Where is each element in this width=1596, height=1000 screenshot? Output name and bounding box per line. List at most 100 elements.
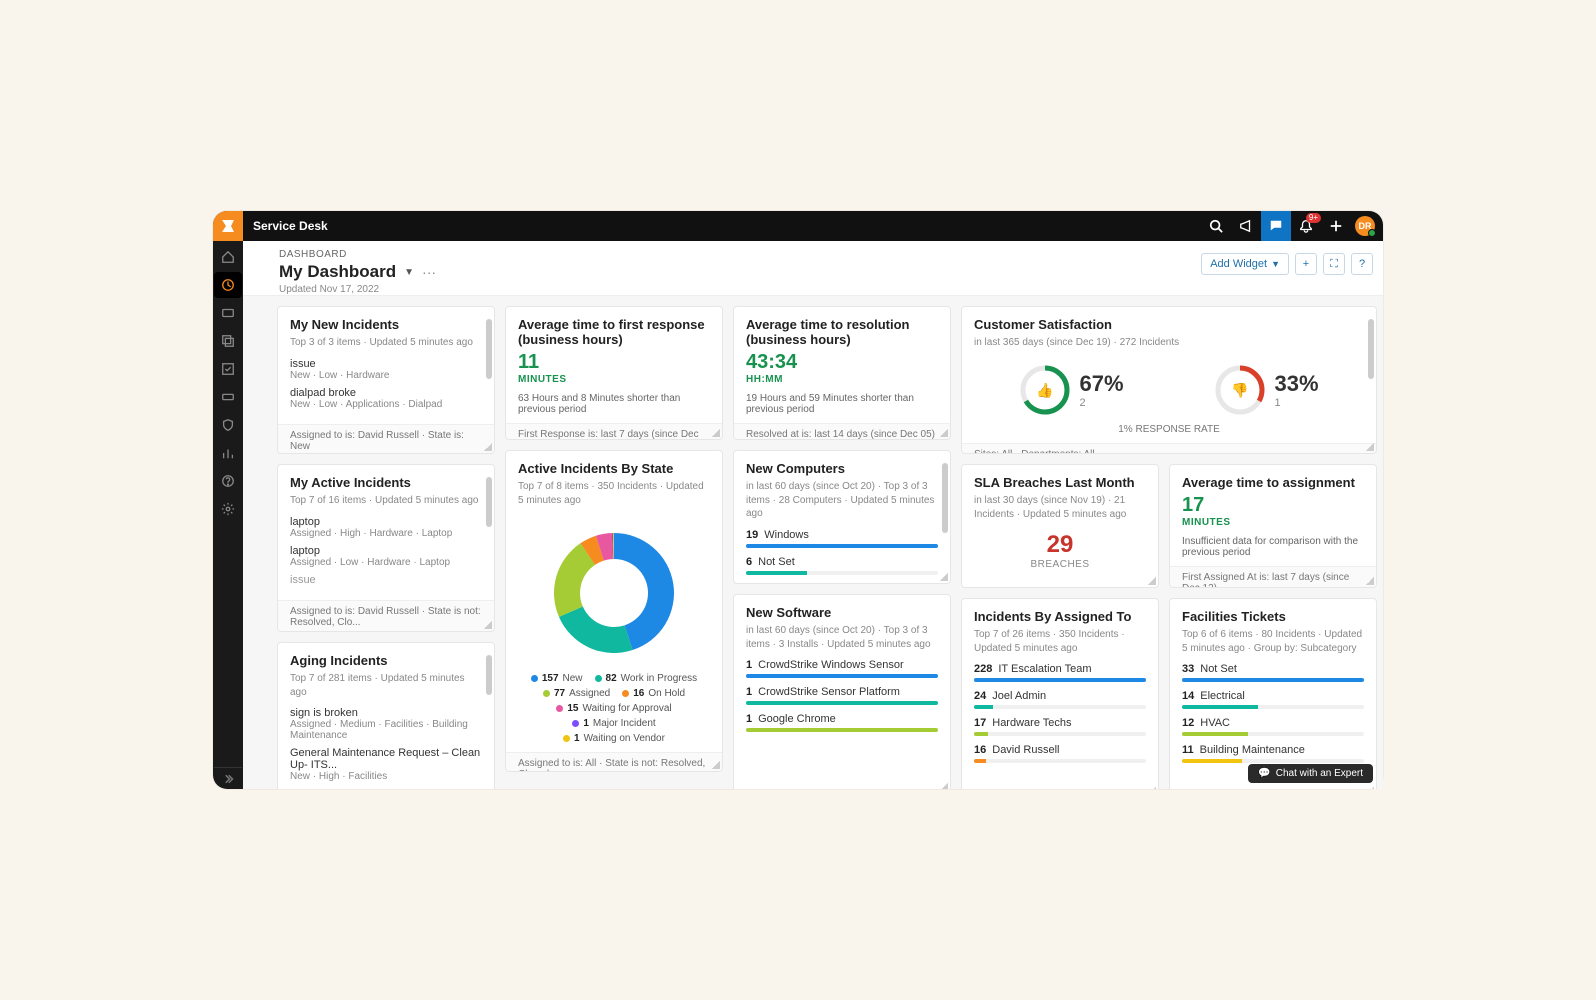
nav-security[interactable] — [214, 412, 242, 438]
avatar[interactable]: DR — [1355, 216, 1375, 236]
bar-row[interactable]: 24Joel Admin — [974, 690, 1146, 709]
svg-text:👍: 👍 — [1037, 382, 1054, 399]
add-button[interactable]: + — [1295, 253, 1317, 275]
card-sla: SLA Breaches Last Month in last 30 days … — [961, 464, 1159, 588]
notif-badge: 9+ — [1306, 213, 1321, 223]
page-title: My Dashboard — [279, 262, 396, 282]
bar-row[interactable]: 1CrowdStrike Sensor Platform — [746, 686, 938, 705]
chat-pill[interactable]: 💬 Chat with an Expert — [1248, 764, 1373, 783]
thumbs-up-gauge: 👍 — [1019, 364, 1071, 416]
nav-settings[interactable] — [214, 496, 242, 522]
chat-icon[interactable] — [1261, 211, 1291, 241]
legend-item[interactable]: 157 New — [531, 673, 583, 684]
resize-handle[interactable] — [712, 761, 720, 769]
list-item[interactable]: laptopAssigned · High · Hardware · Lapto… — [290, 516, 482, 539]
help-button[interactable]: ? — [1351, 253, 1373, 275]
resize-handle[interactable] — [940, 429, 948, 437]
svg-text:👎: 👎 — [1232, 382, 1249, 399]
bar-row[interactable]: 19Windows — [746, 529, 938, 548]
resize-handle[interactable] — [484, 621, 492, 629]
nav-reports[interactable] — [214, 440, 242, 466]
thumbs-down-gauge: 👎 — [1214, 364, 1266, 416]
dashboard-more[interactable]: ··· — [422, 268, 436, 276]
csat-gauges: 👍 67%2 👎 33%1 — [974, 364, 1364, 416]
resize-handle[interactable] — [1148, 787, 1156, 789]
search-icon[interactable] — [1201, 211, 1231, 241]
nav-tasks[interactable] — [214, 356, 242, 382]
resize-handle[interactable] — [1366, 787, 1374, 789]
fullscreen-button[interactable]: ⛶ — [1323, 253, 1345, 275]
scrollbar[interactable] — [1368, 319, 1374, 379]
card-avg-first-response: Average time to first response (business… — [505, 306, 723, 440]
legend-item[interactable]: 1 Waiting on Vendor — [563, 733, 665, 744]
metric-value: 11 — [518, 351, 710, 374]
card-new-computers: New Computers in last 60 days (since Oct… — [733, 450, 951, 584]
scrollbar[interactable] — [942, 463, 948, 533]
list-item[interactable]: General Maintenance Request – Clean Up- … — [290, 747, 482, 782]
list-item[interactable]: laptopAssigned · Low · Hardware · Laptop — [290, 545, 482, 568]
resize-handle[interactable] — [1366, 443, 1374, 451]
add-widget-button[interactable]: Add Widget▼ — [1201, 253, 1289, 275]
plus-icon[interactable] — [1321, 211, 1351, 241]
brand-logo[interactable] — [213, 211, 243, 241]
bar-row[interactable]: 16David Russell — [974, 744, 1146, 763]
nav-assets[interactable] — [214, 384, 242, 410]
list-item[interactable]: issue — [290, 574, 482, 586]
scrollbar[interactable] — [486, 477, 492, 527]
bar-row[interactable]: 6Not Set — [746, 556, 938, 575]
legend-item[interactable]: 16 On Hold — [622, 688, 685, 699]
donut-chart — [518, 521, 710, 665]
bar-row[interactable]: 1CrowdStrike Windows Sensor — [746, 659, 938, 678]
card-avg-resolution: Average time to resolution (business hou… — [733, 306, 951, 440]
nav-dashboard[interactable] — [214, 272, 242, 298]
bar-row[interactable]: 11Building Maintenance — [1182, 744, 1364, 763]
card-aging: Aging Incidents Top 7 of 281 items · Upd… — [277, 642, 495, 789]
announce-icon[interactable] — [1231, 211, 1261, 241]
bar-row[interactable]: 228IT Escalation Team — [974, 663, 1146, 682]
bar-row[interactable]: 1Google Chrome — [746, 713, 938, 732]
scrollbar[interactable] — [486, 319, 492, 379]
list-item[interactable]: dialpad brokeNew · Low · Applications · … — [290, 387, 482, 410]
nav-tickets[interactable] — [214, 300, 242, 326]
bar-row[interactable]: 33Not Set — [1182, 663, 1364, 682]
card-active-by-state: Active Incidents By State Top 7 of 8 ite… — [505, 450, 723, 772]
nav-help[interactable] — [214, 468, 242, 494]
app-title: Service Desk — [243, 219, 328, 233]
sidebar — [213, 241, 243, 789]
resize-handle[interactable] — [940, 573, 948, 581]
card-csat: Customer Satisfaction in last 365 days (… — [961, 306, 1377, 454]
card-active-incidents: My Active Incidents Top 7 of 16 items · … — [277, 464, 495, 632]
legend-item[interactable]: 15 Waiting for Approval — [556, 703, 671, 714]
resize-handle[interactable] — [484, 443, 492, 451]
legend-item[interactable]: 82 Work in Progress — [595, 673, 698, 684]
resize-handle[interactable] — [712, 429, 720, 437]
list-item[interactable]: sign is brokenAssigned · Medium · Facili… — [290, 707, 482, 741]
nav-home[interactable] — [214, 244, 242, 270]
dashboard-dropdown[interactable]: ▼ — [404, 267, 414, 278]
card-new-incidents: My New Incidents Top 3 of 3 items · Upda… — [277, 306, 495, 454]
bar-row[interactable]: 14Electrical — [1182, 690, 1364, 709]
bar-row[interactable]: 12HVAC — [1182, 717, 1364, 736]
card-facilities: Facilities Tickets Top 6 of 6 items · 80… — [1169, 598, 1377, 789]
card-by-assigned: Incidents By Assigned To Top 7 of 26 ite… — [961, 598, 1159, 789]
topbar: Service Desk 9+ DR — [213, 211, 1383, 241]
chart-legend: 157 New 82 Work in Progress 77 Assigned 16 … — [518, 673, 710, 744]
legend-item[interactable]: 77 Assigned — [543, 688, 610, 699]
list-item[interactable]: issueNew · Low · Hardware — [290, 358, 482, 381]
nav-expand[interactable] — [214, 767, 242, 789]
metric-value: 43:34 — [746, 351, 938, 374]
metric-value: 29 — [974, 531, 1146, 559]
chat-icon: 💬 — [1258, 768, 1270, 779]
bar-row[interactable]: 17Hardware Techs — [974, 717, 1146, 736]
card-new-software: New Software in last 60 days (since Oct … — [733, 594, 951, 789]
page-updated: Updated Nov 17, 2022 — [279, 284, 1369, 295]
resize-handle[interactable] — [940, 783, 948, 789]
scrollbar[interactable] — [486, 655, 492, 695]
nav-changes[interactable] — [214, 328, 242, 354]
resize-handle[interactable] — [1148, 577, 1156, 585]
bell-icon[interactable]: 9+ — [1291, 211, 1321, 241]
metric-value: 17 — [1182, 494, 1364, 517]
legend-item[interactable]: 1 Major Incident — [572, 718, 655, 729]
resize-handle[interactable] — [1366, 577, 1374, 585]
card-avg-assignment: Average time to assignment 17 MINUTES In… — [1169, 464, 1377, 588]
